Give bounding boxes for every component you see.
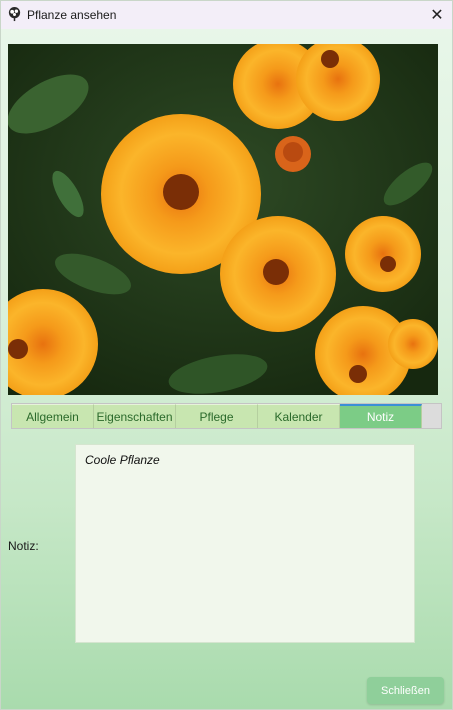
note-textarea[interactable]: Coole Pflanze — [75, 444, 415, 643]
note-text: Coole Pflanze — [85, 453, 160, 467]
tab-eigenschaften[interactable]: Eigenschaften — [94, 404, 176, 428]
tab-label: Kalender — [274, 409, 323, 424]
tab-allgemein[interactable]: Allgemein — [12, 404, 94, 428]
title-bar: Pflanze ansehen ✕ — [1, 1, 452, 29]
tab-label: Eigenschaften — [96, 409, 173, 424]
close-button[interactable]: Schließen — [367, 677, 444, 704]
tree-icon — [8, 7, 21, 22]
tab-kalender[interactable]: Kalender — [258, 404, 340, 428]
note-label: Notiz: — [8, 539, 39, 553]
tab-label: Pflege — [199, 409, 234, 424]
tab-pflege[interactable]: Pflege — [176, 404, 258, 428]
marigold-image — [8, 44, 438, 395]
tab-label: Notiz — [366, 410, 395, 424]
plant-photo — [8, 44, 438, 395]
tab-notiz[interactable]: Notiz — [340, 404, 422, 428]
close-window-button[interactable]: ✕ — [422, 1, 452, 29]
plant-view-window: Pflanze ansehen ✕ Allgemein Eigenschafte… — [0, 0, 453, 710]
tab-bar: Allgemein Eigenschaften Pflege Kalender … — [11, 403, 442, 429]
window-title: Pflanze ansehen — [27, 8, 117, 22]
close-icon: ✕ — [430, 7, 444, 24]
tab-label: Allgemein — [26, 409, 79, 424]
close-button-label: Schließen — [381, 684, 430, 697]
